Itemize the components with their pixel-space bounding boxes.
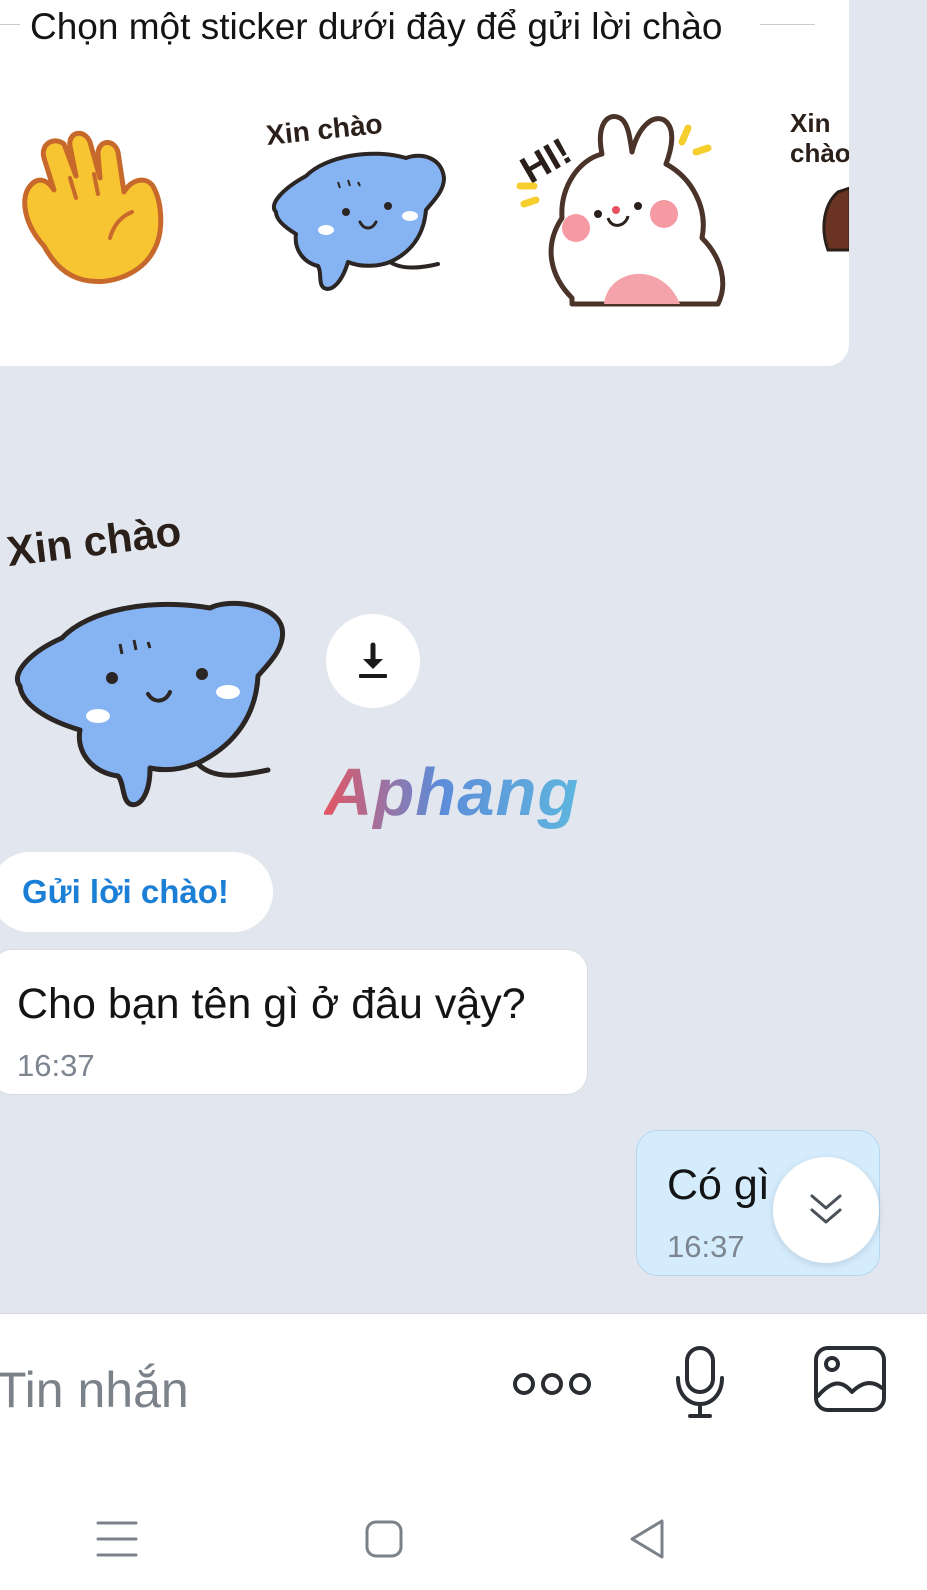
chevrons-down-icon	[810, 1194, 842, 1224]
white-bunny-sticker[interactable]: HI!	[512, 108, 742, 318]
waving-hand-icon	[22, 130, 164, 284]
message-input[interactable]	[0, 1354, 418, 1426]
white-bunny-sticker-art: HI!	[514, 114, 726, 307]
menu-icon	[96, 1521, 138, 1557]
more-dots-icon	[513, 1373, 591, 1395]
partial-sticker[interactable]: Xin chào	[790, 108, 849, 258]
download-button[interactable]	[326, 614, 420, 708]
more-options-button[interactable]	[510, 1358, 594, 1408]
send-image-button[interactable]	[812, 1344, 888, 1416]
sticker-panel-title: Chọn một sticker dưới đây để gửi lời chà…	[30, 6, 723, 47]
blue-cat-sticker-art	[272, 151, 446, 291]
message-text: Có gì	[667, 1161, 770, 1209]
divider	[760, 24, 815, 25]
watermark-logo: Aphang	[324, 755, 580, 830]
back-button[interactable]	[628, 1517, 668, 1561]
received-sticker-caption: Xin chào	[4, 507, 184, 576]
message-text: Cho bạn tên gì ở đâu vậy?	[17, 980, 526, 1028]
recent-apps-button[interactable]	[96, 1519, 138, 1559]
send-greeting-button[interactable]: Gửi lời chào!	[0, 852, 273, 932]
back-triangle-icon	[630, 1519, 664, 1559]
message-time: 16:37	[667, 1229, 745, 1264]
image-icon	[814, 1346, 886, 1412]
voice-message-button[interactable]	[670, 1344, 730, 1420]
message-input-bar	[0, 1313, 927, 1464]
home-button[interactable]	[364, 1519, 404, 1559]
home-square-icon	[365, 1520, 403, 1558]
download-icon	[359, 642, 387, 678]
partial-sticker-art	[822, 186, 849, 252]
divider	[0, 24, 20, 25]
waving-hand-sticker[interactable]	[14, 128, 174, 293]
blue-cat-sticker	[15, 600, 286, 808]
message-time: 16:37	[17, 1048, 95, 1083]
microphone-icon	[676, 1346, 724, 1418]
scroll-to-bottom-button[interactable]	[773, 1157, 879, 1263]
sticker-suggestion-card: Chọn một sticker dưới đây để gửi lời chà…	[0, 0, 849, 366]
incoming-message-bubble[interactable]: Cho bạn tên gì ở đâu vậy? 16:37	[0, 949, 588, 1095]
system-navigation-bar	[0, 1463, 927, 1590]
